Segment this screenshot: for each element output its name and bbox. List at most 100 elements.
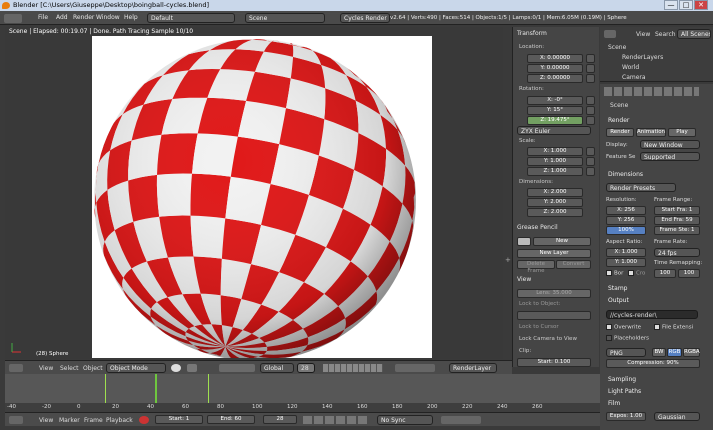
- lock-icon[interactable]: [586, 74, 595, 83]
- outliner-item-scene[interactable]: Scene: [608, 44, 626, 51]
- lock-icon[interactable]: [586, 106, 595, 115]
- lock-icon[interactable]: [586, 96, 595, 105]
- menu-file[interactable]: File: [38, 14, 48, 21]
- outliner-search-menu[interactable]: Search: [655, 31, 676, 38]
- timeline-frame-menu[interactable]: Frame: [84, 417, 103, 424]
- timeline-start-field[interactable]: Start: 1: [155, 415, 203, 424]
- timeline-area[interactable]: [5, 374, 600, 404]
- border-checkbox[interactable]: Bor: [606, 270, 623, 277]
- pencil-icon[interactable]: [517, 237, 531, 246]
- lock-icon[interactable]: [586, 167, 595, 176]
- scale-z[interactable]: Z: 1.000: [527, 167, 583, 176]
- dimension-z[interactable]: Z: 2.000: [527, 208, 583, 217]
- minimize-button[interactable]: —: [664, 0, 678, 10]
- play-button[interactable]: Play: [668, 128, 696, 137]
- outliner-item-world[interactable]: World: [622, 64, 639, 71]
- resolution-x[interactable]: X: 256: [606, 206, 646, 215]
- frame-step[interactable]: Frame Ste: 1: [654, 226, 700, 235]
- output-panel-header[interactable]: Output: [608, 297, 629, 304]
- frame-rate-select[interactable]: 24 fps: [654, 248, 700, 257]
- location-x[interactable]: X: 0.00000: [527, 54, 583, 63]
- rotation-z[interactable]: Z: 19.475°: [527, 116, 583, 125]
- lock-icon[interactable]: [586, 64, 595, 73]
- properties-context-tabs[interactable]: [604, 87, 699, 96]
- maximize-button[interactable]: □: [679, 0, 693, 10]
- overwrite-checkbox[interactable]: Overwrite: [606, 324, 641, 331]
- dimensions-panel-header[interactable]: Dimensions: [608, 171, 643, 178]
- sampling-panel-header[interactable]: Sampling: [608, 376, 636, 383]
- mode-select[interactable]: Object Mode: [106, 363, 166, 373]
- close-button[interactable]: ✕: [694, 0, 708, 10]
- layer-field[interactable]: 28: [297, 363, 315, 373]
- menu-add[interactable]: Add: [56, 14, 68, 21]
- dimension-x[interactable]: X: 2.000: [527, 188, 583, 197]
- animation-button[interactable]: Animation: [636, 128, 666, 137]
- grease-pencil-header[interactable]: Grease Pencil: [517, 224, 558, 231]
- render-presets-select[interactable]: Render Presets: [606, 183, 676, 192]
- color-bw-button[interactable]: BW: [652, 348, 666, 357]
- timeline-view-menu[interactable]: View: [39, 417, 53, 424]
- outliner-display-select[interactable]: All Scenes: [677, 29, 711, 39]
- render-panel-header[interactable]: Render: [608, 117, 629, 124]
- remap-new[interactable]: 100: [678, 269, 700, 278]
- placeholders-checkbox[interactable]: Placeholders: [606, 335, 649, 342]
- new-layer-button[interactable]: New Layer: [517, 249, 591, 258]
- timeline-marker-menu[interactable]: Marker: [59, 417, 80, 424]
- keying-icons[interactable]: [441, 416, 481, 424]
- lock-icon[interactable]: [586, 116, 595, 125]
- rotation-mode-select[interactable]: ZYX Euler: [517, 126, 591, 135]
- view-panel-header[interactable]: View: [517, 276, 531, 283]
- compression-slider[interactable]: Compression: 90%: [606, 359, 700, 368]
- lock-object-field[interactable]: [517, 311, 591, 320]
- render-button[interactable]: Render: [606, 128, 634, 137]
- scale-x[interactable]: X: 1.000: [527, 147, 583, 156]
- layout-select[interactable]: Default: [147, 13, 235, 23]
- sync-mode-select[interactable]: No Sync: [377, 415, 433, 425]
- stamp-panel-header[interactable]: Stamp: [608, 285, 628, 292]
- resolution-percent[interactable]: 100%: [606, 226, 646, 235]
- record-icon[interactable]: [139, 416, 149, 424]
- location-y[interactable]: Y: 0.00000: [527, 64, 583, 73]
- playback-controls[interactable]: [303, 416, 369, 424]
- editor-type-icon[interactable]: [4, 14, 22, 23]
- menu-help[interactable]: Help: [124, 14, 138, 21]
- aspect-y[interactable]: Y: 1.000: [606, 258, 646, 267]
- timeline-playback-menu[interactable]: Playback: [106, 417, 133, 424]
- filter-select[interactable]: Gaussian: [654, 412, 700, 421]
- film-panel-header[interactable]: Film: [608, 400, 620, 407]
- lock-icon[interactable]: [586, 54, 595, 63]
- pivot-icon[interactable]: [187, 364, 197, 372]
- layer-buttons[interactable]: [323, 364, 383, 372]
- lock-cursor-checkbox[interactable]: Lock to Cursor: [519, 324, 559, 330]
- file-format-select[interactable]: PNG: [606, 348, 646, 357]
- render-layer-select[interactable]: RenderLayer: [449, 363, 497, 373]
- current-frame-indicator[interactable]: [155, 374, 157, 404]
- rotation-y[interactable]: Y: 15°: [527, 106, 583, 115]
- delete-frame-button[interactable]: Delete Frame: [517, 260, 555, 274]
- manipulator-icons[interactable]: [219, 364, 255, 372]
- lock-icon[interactable]: [586, 157, 595, 166]
- lens-field[interactable]: Lens: 35.000: [517, 289, 591, 298]
- menu-select[interactable]: Select: [60, 365, 79, 372]
- editor-type-icon[interactable]: [604, 30, 616, 38]
- render-engine-select[interactable]: Cycles Render: [340, 13, 390, 23]
- color-rgba-button[interactable]: RGBA: [683, 348, 700, 357]
- remap-old[interactable]: 100: [654, 269, 676, 278]
- exposure-field[interactable]: Expos: 1.00: [606, 412, 646, 421]
- timeline-end-field[interactable]: End: 60: [207, 415, 255, 424]
- dimension-y[interactable]: Y: 2.000: [527, 198, 583, 207]
- menu-render[interactable]: Render: [73, 14, 94, 21]
- display-select[interactable]: New Window: [640, 140, 700, 149]
- transform-header[interactable]: Transform: [517, 30, 547, 37]
- snap-icons[interactable]: [395, 364, 435, 372]
- editor-type-icon[interactable]: [9, 416, 23, 424]
- file-extensions-checkbox[interactable]: File Extensi: [654, 324, 693, 331]
- output-path-field[interactable]: //cycles-render\: [606, 310, 698, 319]
- outliner-view-menu[interactable]: View: [636, 31, 650, 38]
- orientation-select[interactable]: Global: [260, 363, 294, 373]
- menu-window[interactable]: Window: [96, 14, 120, 21]
- feature-set-select[interactable]: Supported: [640, 152, 700, 161]
- crop-checkbox[interactable]: Cro: [628, 270, 645, 277]
- grease-new-button[interactable]: New: [533, 237, 591, 246]
- scene-select[interactable]: Scene: [245, 13, 325, 23]
